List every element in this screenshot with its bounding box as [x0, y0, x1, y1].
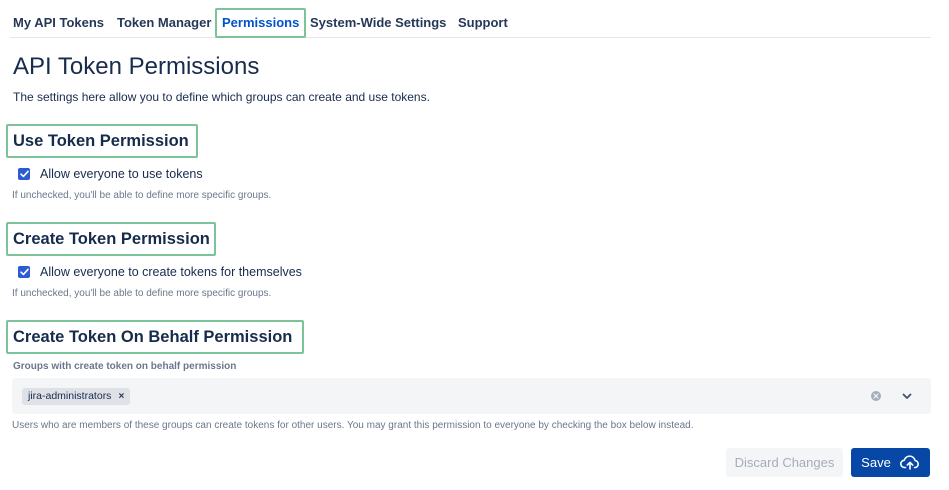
behalf-groups-select[interactable]: jira-administrators × — [12, 378, 931, 414]
tab-system-wide-settings[interactable]: System-Wide Settings — [310, 8, 446, 38]
checkmark-icon[interactable] — [18, 168, 30, 180]
discard-changes-button[interactable]: Discard Changes — [726, 448, 843, 477]
page-title: API Token Permissions — [13, 53, 260, 80]
create-token-helper-text: If unchecked, you'll be able to define m… — [12, 288, 272, 299]
use-token-section-title: Use Token Permission — [13, 132, 189, 150]
clear-icon[interactable] — [871, 391, 881, 401]
cloud-upload-icon — [899, 455, 919, 470]
page-intro: The settings here allow you to define wh… — [13, 90, 430, 104]
tab-support[interactable]: Support — [458, 8, 508, 38]
create-token-checkbox-row[interactable]: Allow everyone to create tokens for them… — [18, 264, 302, 280]
use-token-checkbox-label[interactable]: Allow everyone to use tokens — [40, 167, 203, 181]
save-button[interactable]: Save — [851, 448, 930, 477]
checkmark-icon[interactable] — [18, 266, 30, 278]
use-token-checkbox-row[interactable]: Allow everyone to use tokens — [18, 166, 203, 182]
group-tag-label: jira-administrators — [28, 390, 112, 402]
chevron-down-icon[interactable] — [900, 389, 914, 403]
tab-my-api-tokens[interactable]: My API Tokens — [13, 8, 104, 38]
save-label: Save — [861, 455, 891, 470]
discard-changes-label: Discard Changes — [734, 455, 835, 470]
create-token-checkbox-label[interactable]: Allow everyone to create tokens for them… — [40, 265, 302, 279]
use-token-helper-text: If unchecked, you'll be able to define m… — [12, 190, 272, 201]
group-tag: jira-administrators × — [22, 388, 131, 405]
behalf-section-title: Create Token On Behalf Permission — [13, 328, 293, 346]
behalf-helper-text: Users who are members of these groups ca… — [12, 420, 694, 431]
close-icon[interactable]: × — [118, 388, 124, 405]
behalf-groups-field-label: Groups with create token on behalf permi… — [13, 361, 237, 372]
top-nav: My API Tokens Token Manager Permissions … — [10, 8, 931, 38]
tab-token-manager[interactable]: Token Manager — [117, 8, 211, 38]
create-token-section-title: Create Token Permission — [13, 230, 210, 248]
tab-permissions[interactable]: Permissions — [215, 8, 307, 38]
tab-highlight-outline — [215, 8, 307, 38]
